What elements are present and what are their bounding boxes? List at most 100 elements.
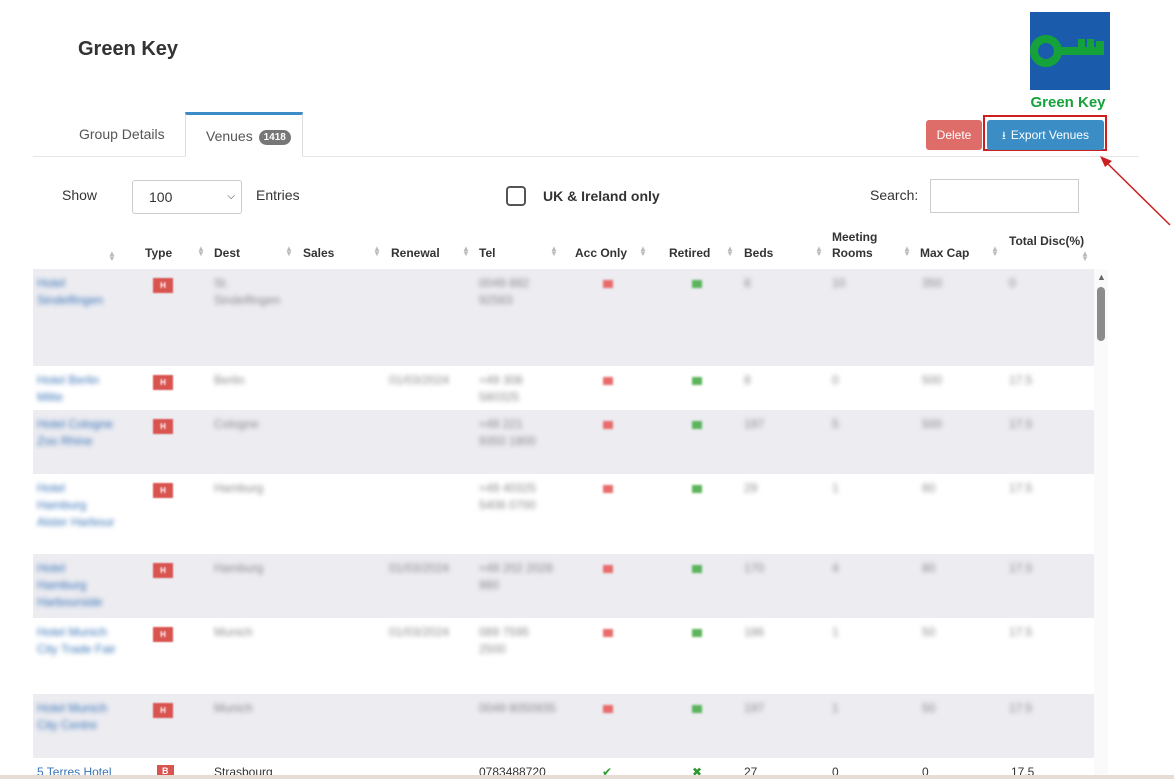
- sort-icon: ▲ ▼: [726, 244, 734, 258]
- col-total-disc-header[interactable]: Total Disc(%): [1009, 233, 1084, 249]
- acc-only-indicator: [603, 485, 613, 493]
- col-acc-only-header[interactable]: Acc Only: [575, 245, 627, 261]
- tel-cell: +49 308 580325: [479, 373, 523, 404]
- sort-icon: ▲ ▼: [1081, 249, 1089, 263]
- sort-icon: ▲ ▼: [285, 244, 293, 258]
- venues-table-body: Hotel Sindelfingen H St. Sindelfingen 00…: [33, 269, 1094, 779]
- max-cap-cell: 350: [922, 276, 943, 290]
- max-cap-cell: 50: [922, 701, 936, 715]
- col-tel-header[interactable]: Tel: [479, 245, 495, 261]
- venue-name-link[interactable]: Hotel Munich City Trade Fair: [37, 624, 117, 658]
- sort-icon: ▲ ▼: [550, 244, 558, 258]
- acc-only-indicator: [603, 565, 613, 573]
- logo-text: Green Key: [1030, 94, 1106, 111]
- search-input[interactable]: [930, 179, 1079, 213]
- chevron-down-icon: ⌵: [227, 191, 235, 202]
- beds-cell: 29: [744, 481, 758, 495]
- venue-name-link[interactable]: Hotel Hamburg Harbourside: [37, 560, 117, 611]
- acc-only-indicator: [603, 280, 613, 288]
- beds-cell: 8: [744, 373, 751, 387]
- max-cap-cell: 50: [922, 625, 936, 639]
- tab-venues[interactable]: Venues 1418: [185, 112, 303, 157]
- type-badge: H: [153, 278, 173, 293]
- retired-indicator: [692, 629, 702, 637]
- venue-name-link[interactable]: Hotel Munich City Centre: [37, 700, 117, 734]
- meeting-rooms-cell: 5: [832, 417, 839, 431]
- renewal-cell: 01/03/2024: [389, 625, 450, 639]
- meeting-rooms-cell: 1: [832, 701, 839, 715]
- col-max-cap-header[interactable]: Max Cap: [920, 245, 969, 261]
- venue-name-link[interactable]: Hotel Cologne Zoo Rhine: [37, 416, 117, 450]
- col-renewal-header[interactable]: Renewal: [391, 245, 440, 261]
- dest-cell: Hamburg: [214, 561, 264, 575]
- type-badge: H: [153, 703, 173, 718]
- total-disc-cell: 17.5: [1009, 561, 1033, 575]
- col-sales-header[interactable]: Sales: [303, 245, 334, 261]
- tel-cell: +49 40325 5406 0700: [479, 481, 537, 512]
- tab-label: Group Details: [79, 126, 165, 142]
- sort-icon: ▲ ▼: [903, 244, 911, 258]
- renewal-cell: 01/03/2024: [389, 561, 450, 575]
- venue-name-link[interactable]: Hotel Sindelfingen: [37, 275, 117, 309]
- show-label: Show: [62, 187, 98, 203]
- sort-icon: ▲ ▼: [373, 244, 381, 258]
- dest-cell: Hamburg: [214, 481, 264, 495]
- meeting-rooms-cell: 10: [832, 276, 846, 290]
- sort-icon: ▲ ▼: [462, 244, 470, 258]
- type-badge: H: [153, 563, 173, 578]
- table-controls: Show 100 ⌵ Entries UK & Ireland only Sea…: [0, 175, 1174, 215]
- table-row[interactable]: Hotel Sindelfingen H St. Sindelfingen 00…: [33, 269, 1094, 366]
- tel-cell: 089 7595 2500: [479, 625, 530, 656]
- window-bottom-edge: [0, 775, 1174, 779]
- max-cap-cell: 80: [922, 561, 936, 575]
- scrollbar-thumb[interactable]: [1097, 287, 1105, 341]
- total-disc-cell: 17.5: [1009, 417, 1033, 431]
- search-label: Search:: [870, 187, 919, 203]
- dest-cell: Cologne: [214, 417, 259, 431]
- scroll-up-icon[interactable]: ▲: [1097, 272, 1106, 282]
- entries-select[interactable]: 100 ⌵: [132, 180, 242, 214]
- max-cap-cell: 500: [922, 417, 943, 431]
- total-disc-cell: 17.5: [1009, 373, 1033, 387]
- col-beds-header[interactable]: Beds: [744, 245, 773, 261]
- venue-name-link[interactable]: Hotel Berlin Mitte: [37, 372, 117, 406]
- export-label: Export Venues: [1010, 128, 1089, 142]
- type-badge: H: [153, 627, 173, 642]
- tel-cell: 0049 8050935: [479, 701, 556, 715]
- table-row[interactable]: Hotel Cologne Zoo Rhine H Cologne +49 22…: [33, 410, 1094, 474]
- table-row[interactable]: Hotel Hamburg Alster Harbour H Hamburg +…: [33, 474, 1094, 554]
- retired-indicator: [692, 485, 702, 493]
- dest-cell: Berlin: [214, 373, 245, 387]
- sort-icon: ▲ ▼: [197, 244, 205, 258]
- beds-cell: 197: [744, 701, 765, 715]
- meeting-rooms-cell: 1: [832, 625, 839, 639]
- table-scrollbar[interactable]: ▲: [1094, 269, 1108, 779]
- col-meeting-rooms-header[interactable]: Meeting Rooms: [832, 229, 892, 261]
- page-title: Green Key: [78, 38, 179, 60]
- col-type-header[interactable]: Type: [145, 245, 172, 261]
- delete-button[interactable]: Delete: [926, 120, 982, 150]
- tel-cell: +49 221 9350 1800: [479, 417, 536, 448]
- dest-cell: Munich: [214, 625, 253, 639]
- table-row[interactable]: Hotel Munich City Trade Fair H Munich 01…: [33, 618, 1094, 694]
- uk-ireland-label: UK & Ireland only: [543, 188, 660, 204]
- sort-icon: ▲ ▼: [108, 249, 116, 263]
- col-dest-header[interactable]: Dest: [214, 245, 240, 261]
- tab-label: Venues: [206, 128, 253, 144]
- retired-indicator: [692, 377, 702, 385]
- col-retired-header[interactable]: Retired: [669, 245, 710, 261]
- total-disc-cell: 17.5: [1009, 625, 1033, 639]
- table-row[interactable]: Hotel Berlin Mitte H Berlin 01/03/2024 +…: [33, 366, 1094, 410]
- uk-ireland-checkbox[interactable]: [506, 186, 526, 206]
- max-cap-cell: 500: [922, 373, 943, 387]
- venue-name-link[interactable]: Hotel Hamburg Alster Harbour: [37, 480, 117, 531]
- table-row[interactable]: Hotel Munich City Centre H Munich 0049 8…: [33, 694, 1094, 758]
- dest-cell: St. Sindelfingen: [214, 276, 281, 307]
- venues-count-badge: 1418: [258, 130, 291, 145]
- export-venues-button[interactable]: ⭳ Export Venues: [987, 120, 1104, 150]
- tab-group-details[interactable]: Group Details: [59, 112, 185, 157]
- table-row[interactable]: Hotel Hamburg Harbourside H Hamburg 01/0…: [33, 554, 1094, 618]
- max-cap-cell: 60: [922, 481, 936, 495]
- acc-only-indicator: [603, 421, 613, 429]
- entries-value: 100: [149, 189, 173, 205]
